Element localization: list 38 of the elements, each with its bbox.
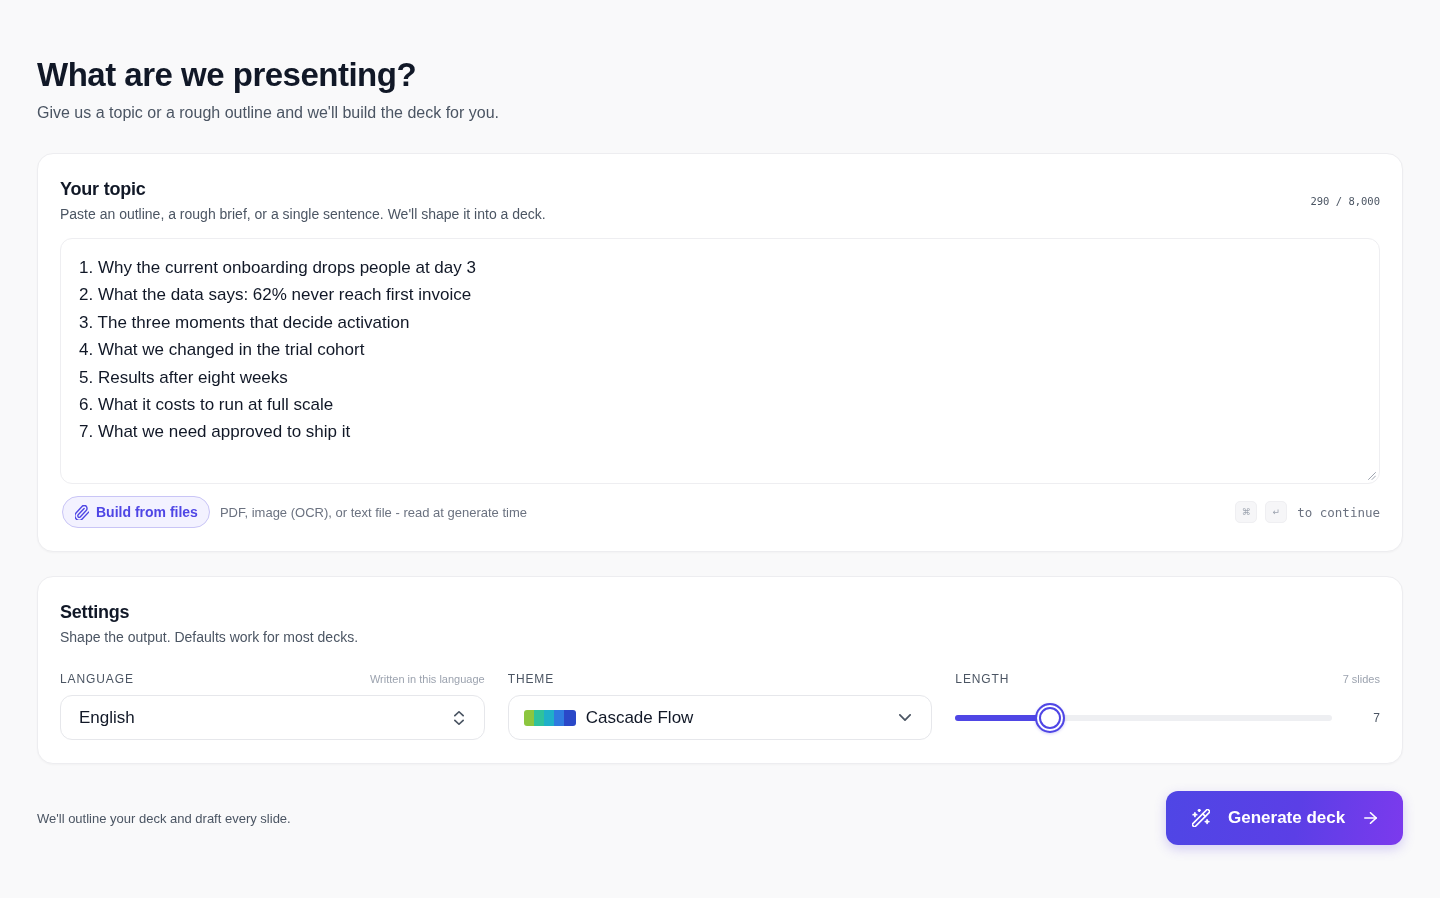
outline-line: 2. What the data says: 62% never reach first invoice: [79, 284, 472, 307]
chevrons-up-down-icon: [453, 710, 464, 725]
outline-line: 4. What we changed in the trial cohort: [79, 339, 365, 362]
outline-line: 6. What it costs to run at full scale: [79, 394, 334, 417]
field-label: LENGTH: [955, 671, 1010, 687]
page-subtitle: Give us a topic or a rough outline and we'll build the deck for you.: [37, 103, 499, 123]
keycap: ⌘: [1235, 501, 1258, 523]
outline-line: 1. Why the current onboarding drops people at day 3: [79, 257, 476, 279]
generate-deck-button[interactable]: Generate deck: [1166, 791, 1403, 845]
outline-line: 5. Results after eight weeks: [79, 366, 288, 389]
section-title: Your topic: [60, 178, 146, 201]
language-select[interactable]: English: [60, 695, 485, 740]
theme-select[interactable]: Cascade Flow: [507, 695, 933, 740]
upload-hint: PDF, image (OCR), or text file - read at generate time: [219, 504, 527, 520]
character-counter: 290 / 8,000: [1310, 194, 1380, 207]
slider-value: 7: [1373, 710, 1380, 725]
field-hint: 7 slides: [1342, 672, 1380, 687]
outline-line: 7. What we need approved to ship it: [79, 421, 351, 444]
chevron-down-icon: [899, 714, 912, 721]
section-description: Paste an outline, a rough brief, or a single sentence. We'll shape it into a deck.: [60, 205, 546, 224]
topic-textarea[interactable]: [60, 238, 1380, 484]
paperclip-icon: [75, 504, 89, 520]
section-description: Shape the output. Defaults work for most decks.: [60, 628, 359, 647]
slider-thumb[interactable]: [1034, 702, 1065, 733]
palette-swatch-icon: [523, 709, 576, 726]
magic-wand-icon: [1192, 809, 1210, 827]
outline-line: 3. The three moments that decide activation: [79, 311, 410, 334]
section-title: Settings: [60, 601, 130, 624]
arrow-right-icon: [1364, 812, 1377, 824]
shortcut-hint: to continue: [1297, 504, 1380, 520]
keycap: ↵: [1265, 501, 1288, 523]
field-label: LANGUAGE: [60, 671, 134, 687]
footer-note: We'll outline your deck and draft every slide.: [37, 810, 291, 826]
page-title: What are we presenting?: [37, 55, 417, 95]
field-hint: Written in this language: [369, 672, 485, 687]
field-label: THEME: [507, 671, 555, 687]
build-from-files-button[interactable]: Build from files: [62, 496, 210, 528]
resize-grip-icon[interactable]: [1368, 472, 1376, 480]
